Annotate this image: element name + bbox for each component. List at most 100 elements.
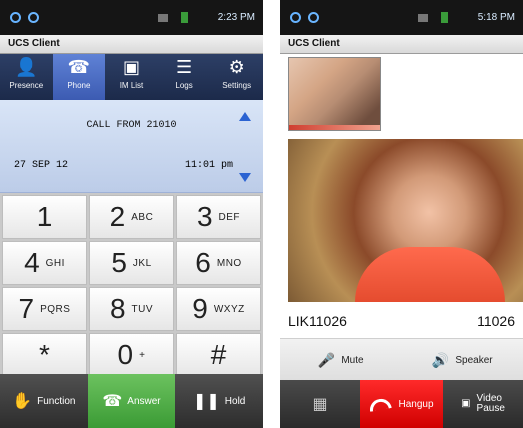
video-call-bottom-bar: ▦ Hangup ▣ Video Pause (280, 380, 523, 428)
key-7[interactable]: 7 PQRS (2, 287, 87, 331)
key-letters: ABC (131, 211, 154, 223)
key-2[interactable]: 2 ABC (89, 195, 174, 239)
tab-im-list[interactable]: ▣ IM List (105, 54, 158, 100)
pause-icon: ❚❚ (192, 393, 220, 410)
app-title: UCS Client (280, 35, 523, 54)
mic-mute-icon: 🎤 (317, 351, 336, 368)
speaker-icon: 🔊 (431, 351, 450, 368)
remote-extension: 11026 (477, 313, 515, 329)
tab-presence[interactable]: 👤 Presence (0, 54, 53, 100)
battery-icon (181, 12, 188, 23)
key-star[interactable]: * (2, 333, 87, 377)
tab-bar: 👤 Presence ☎ Phone ▣ IM List ☰ Logs ⚙ Se… (0, 54, 263, 100)
status-bar: 5:18 PM (280, 0, 523, 35)
tab-label: IM List (119, 81, 144, 90)
answer-label: Answer (127, 395, 161, 407)
call-action-bar: ✋ Function ☎ Answer ❚❚ Hold (0, 374, 263, 428)
tab-phone[interactable]: ☎ Phone (52, 54, 106, 100)
hold-label: Hold (224, 395, 246, 407)
function-label: Function (37, 395, 76, 407)
key-number: # (210, 339, 227, 370)
video-pause-button[interactable]: ▣ Video Pause (443, 380, 523, 428)
right-phone-screen: 5:18 PM UCS Client LIK11026 11026 🎤 Mute… (280, 0, 523, 428)
chat-icon: ▣ (122, 57, 140, 77)
app-title: UCS Client (0, 35, 263, 54)
key-0[interactable]: 0 + (89, 333, 174, 377)
signal-icon (10, 12, 21, 23)
key-number: 8 (109, 293, 126, 324)
key-hash[interactable]: # (176, 333, 261, 377)
tab-label: Settings (222, 81, 252, 90)
list-icon: ☰ (176, 57, 193, 77)
self-view-video (288, 57, 381, 131)
hangup-label: Hangup (398, 398, 434, 410)
key-6[interactable]: 6 MNO (176, 241, 261, 285)
keypad-button[interactable]: ▦ (280, 380, 360, 428)
hangup-button[interactable]: Hangup (360, 380, 443, 428)
video-pause-line-2: Pause (476, 403, 505, 414)
key-number: 9 (192, 293, 208, 324)
key-letters: TUV (131, 303, 154, 315)
handset-icon: ☎ (102, 393, 123, 410)
status-bar: 2:23 PM (0, 0, 263, 35)
key-4[interactable]: 4 GHI (2, 241, 87, 285)
phone-icon: ☎ (67, 57, 91, 77)
sync-icon (28, 12, 39, 23)
tab-logs[interactable]: ☰ Logs (158, 54, 211, 100)
picture-icon: ▣ (461, 397, 471, 409)
function-button[interactable]: ✋ Function (0, 374, 88, 428)
tab-label: Presence (9, 81, 44, 90)
speaker-label: Speaker (455, 354, 493, 366)
mute-button[interactable]: 🎤 Mute (280, 339, 402, 381)
status-time: 5:18 PM (477, 12, 515, 23)
call-time: 11:01 pm (184, 160, 233, 171)
key-letters: DEF (218, 211, 241, 223)
key-3[interactable]: 3 DEF (176, 195, 261, 239)
call-from-text: CALL FROM 21010 (86, 120, 177, 131)
key-1[interactable]: 1 (2, 195, 87, 239)
call-info-panel: CALL FROM 21010 27 SEP 12 11:01 pm (0, 100, 263, 193)
key-number: 6 (195, 247, 211, 278)
key-number: 1 (36, 201, 53, 232)
tab-label: Phone (67, 81, 91, 90)
key-letters: GHI (45, 257, 65, 269)
key-letters: JKL (132, 257, 152, 269)
signal-icon (290, 12, 301, 23)
key-number: 4 (24, 247, 40, 278)
key-letters: + (139, 349, 146, 361)
scroll-down-icon[interactable] (239, 173, 251, 182)
gear-icon: ⚙ (228, 57, 245, 77)
answer-button[interactable]: ☎ Answer (87, 374, 176, 428)
battery-icon (441, 12, 448, 23)
remote-video-subject (355, 247, 505, 302)
call-id-line: LIK11026 11026 (288, 313, 515, 333)
mute-label: Mute (341, 354, 364, 366)
usb-icon (308, 12, 319, 23)
self-view-bar (289, 125, 380, 130)
hold-button[interactable]: ❚❚ Hold (175, 374, 263, 428)
key-number: 5 (111, 247, 127, 278)
key-9[interactable]: 9 WXYZ (176, 287, 261, 331)
key-number: 0 (117, 339, 134, 370)
key-8[interactable]: 8 TUV (89, 287, 174, 331)
left-phone-screen: 2:23 PM UCS Client 👤 Presence ☎ Phone ▣ … (0, 0, 263, 428)
tab-settings[interactable]: ⚙ Settings (210, 54, 263, 100)
tab-label: Logs (175, 81, 193, 90)
key-number: * (39, 339, 50, 370)
key-letters: MNO (216, 257, 242, 269)
call-date: 27 SEP 12 (14, 160, 69, 171)
person-icon: 👤 (15, 57, 38, 77)
speaker-button[interactable]: 🔊 Speaker (402, 339, 523, 381)
remote-id: LIK11026 (288, 313, 347, 329)
dial-keypad: 1 2 ABC 3 DEF 4 GHI 5 JKL 6 MNO 7 PQRS 8… (0, 193, 263, 377)
video-pause-line-1: Video (476, 392, 502, 404)
wifi-icon (418, 14, 428, 22)
key-5[interactable]: 5 JKL (89, 241, 174, 285)
key-number: 2 (109, 201, 126, 232)
remote-video (288, 139, 523, 302)
hand-icon: ✋ (12, 393, 33, 410)
wifi-icon (158, 14, 168, 22)
key-letters: PQRS (40, 303, 71, 315)
keypad-icon: ▦ (312, 396, 328, 413)
key-number: 3 (196, 201, 213, 232)
